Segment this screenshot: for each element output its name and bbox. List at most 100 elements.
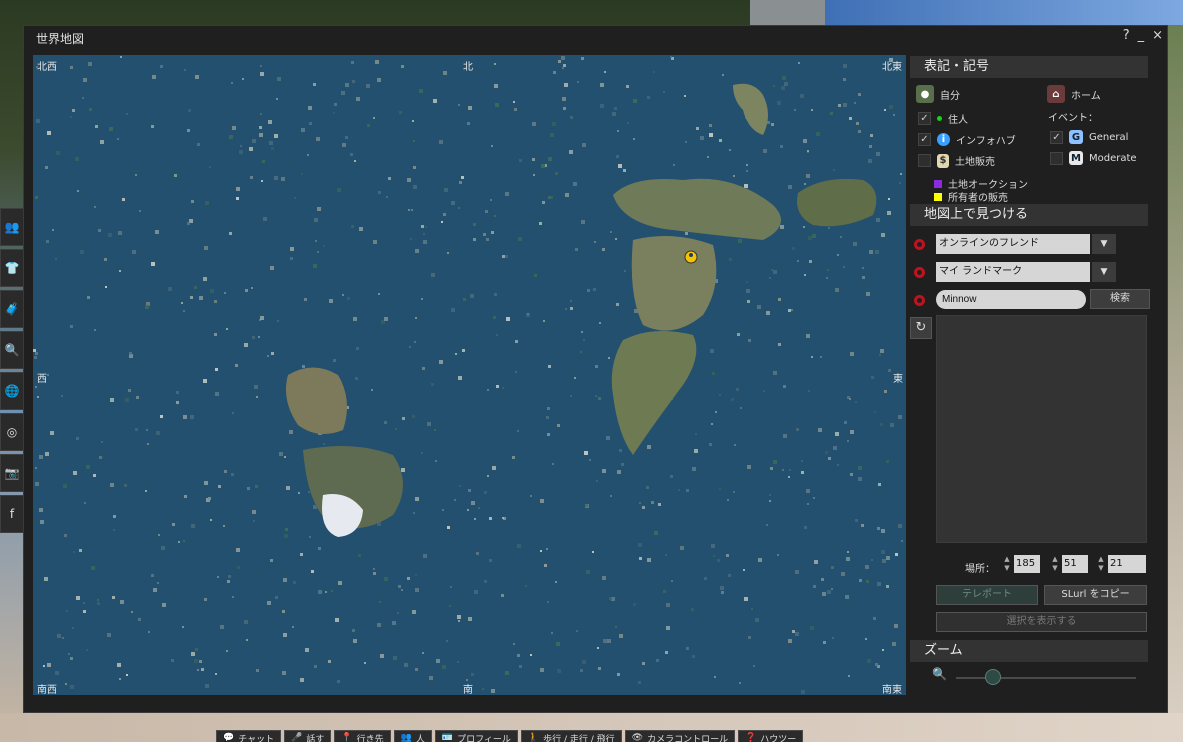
copy-slurl-button[interactable]: SLurl をコピー [1044,585,1147,605]
help-button[interactable]: ? [1123,28,1130,43]
home-icon[interactable]: ⌂ [1047,85,1065,103]
zoom-slider-knob[interactable] [985,669,1001,685]
close-button[interactable]: × [1152,28,1163,43]
map-region-dot [228,575,231,578]
map-region-dot [263,217,267,221]
resident-checkbox[interactable]: ✓ [918,112,931,125]
map-region-dot [494,215,496,217]
map-region-dot [43,665,45,667]
map-region-dot [293,581,296,584]
map-region-dot [780,145,783,148]
friends-select[interactable]: オンラインのフレンド [936,234,1090,254]
search-icon[interactable]: 🔍 [0,331,24,369]
map-region-dot [318,547,321,550]
map-region-dot [168,287,172,291]
map-region-dot [876,152,880,156]
inventory-icon[interactable]: 🧳 [0,290,24,328]
bottom-bar-button[interactable]: 💬 チャット [216,730,282,742]
map-region-dot [124,484,127,487]
map-region-dot [719,488,721,490]
map-region-dot [271,352,274,355]
bottom-bar-button[interactable]: 🎤 話す [284,730,332,742]
search-results-list[interactable] [936,315,1147,543]
map-region-dot [729,258,732,261]
map-region-dot [823,641,826,644]
map-region-dot [895,553,898,556]
moderate-checkbox[interactable] [1050,151,1063,165]
map-region-dot [378,191,381,194]
map-region-dot [739,682,741,684]
map-region-dot [880,423,883,426]
map-icon[interactable]: 🌐 [0,372,24,410]
map-region-dot [423,554,427,558]
map-region-dot [397,612,399,614]
window-titlebar[interactable]: 世界地図 ? _ × [24,26,1167,48]
map-region-dot [642,662,645,665]
bottom-bar-button[interactable]: 👁 カメラコントロール [624,730,736,742]
teleport-button[interactable]: テレポート [936,585,1038,605]
bottom-bar-label: 人 [415,734,425,742]
map-region-dot [187,222,190,225]
map-region-dot [290,247,294,251]
map-region-dot [494,84,498,88]
map-region-dot [401,589,403,591]
map-region-dot [373,240,377,244]
zoom-slider-track[interactable] [956,677,1136,679]
appearance-icon[interactable]: 👕 [0,249,24,287]
map-region-dot [355,377,358,380]
map-region-dot [160,415,163,418]
map-region-dot [792,247,795,250]
location-x-input[interactable]: 185 [1014,555,1040,573]
map-region-dot [709,133,713,137]
bottom-bar-button[interactable]: ❓ ハウツー [738,730,804,742]
map-region-dot [113,515,116,518]
map-region-dot [138,618,141,621]
z-spinner-icon[interactable]: ▲ ▼ [1096,555,1106,573]
bottom-bar-button[interactable]: 📍 行き先 [334,730,391,742]
location-y-input[interactable]: 51 [1062,555,1088,573]
map-region-dot [304,298,307,301]
map-region-dot [621,463,624,466]
map-region-dot [855,401,857,403]
map-region-dot [176,391,179,394]
show-selection-button[interactable]: 選択を表示する [936,612,1147,632]
bottom-bar-button[interactable]: 👥 人 [393,730,432,742]
map-region-dot [807,503,809,505]
compass-nw: 北西 [37,62,57,73]
map-region-dot [421,452,423,454]
world-map-canvas[interactable]: 北西 北 北東 西 東 南西 南 南東 [33,55,906,695]
bottom-bar-button[interactable]: 🚶 歩行 / 走行 / 飛行 [520,730,622,742]
map-region-dot [502,255,505,258]
landmark-dropdown-icon[interactable]: ▼ [1092,262,1116,282]
people-icon[interactable]: 👥 [0,208,24,246]
map-region-dot [720,586,724,590]
map-region-dot [259,133,263,137]
infohub-checkbox[interactable]: ✓ [918,133,931,146]
refresh-icon[interactable]: ↻ [910,317,932,339]
map-region-dot [110,398,114,402]
radar-icon[interactable]: ◎ [0,413,24,451]
friends-dropdown-icon[interactable]: ▼ [1092,234,1116,254]
search-input[interactable] [936,290,1086,309]
search-button[interactable]: 検索 [1090,289,1150,309]
facebook-icon[interactable]: f [0,495,24,533]
y-spinner-icon[interactable]: ▲ ▼ [1050,555,1060,573]
bottom-bar-button[interactable]: 🪪 プロフィール [434,730,518,742]
map-region-dot [869,145,872,148]
map-region-dot [474,518,476,520]
landmark-select[interactable]: マイ ランドマーク [936,262,1090,282]
map-region-dot [502,517,504,519]
map-region-dot [773,371,777,375]
general-checkbox[interactable]: ✓ [1050,130,1063,144]
map-region-dot [513,643,515,645]
map-region-dot [128,389,131,392]
x-spinner-icon[interactable]: ▲ ▼ [1002,555,1012,573]
map-region-dot [501,594,504,597]
location-z-input[interactable]: 21 [1108,555,1146,573]
minimize-button[interactable]: _ [1138,28,1145,43]
map-region-dot [454,499,456,501]
land-sale-checkbox[interactable] [918,154,931,167]
map-region-dot [457,615,461,619]
snapshot-icon[interactable]: 📷 [0,454,24,492]
map-region-dot [847,440,849,442]
